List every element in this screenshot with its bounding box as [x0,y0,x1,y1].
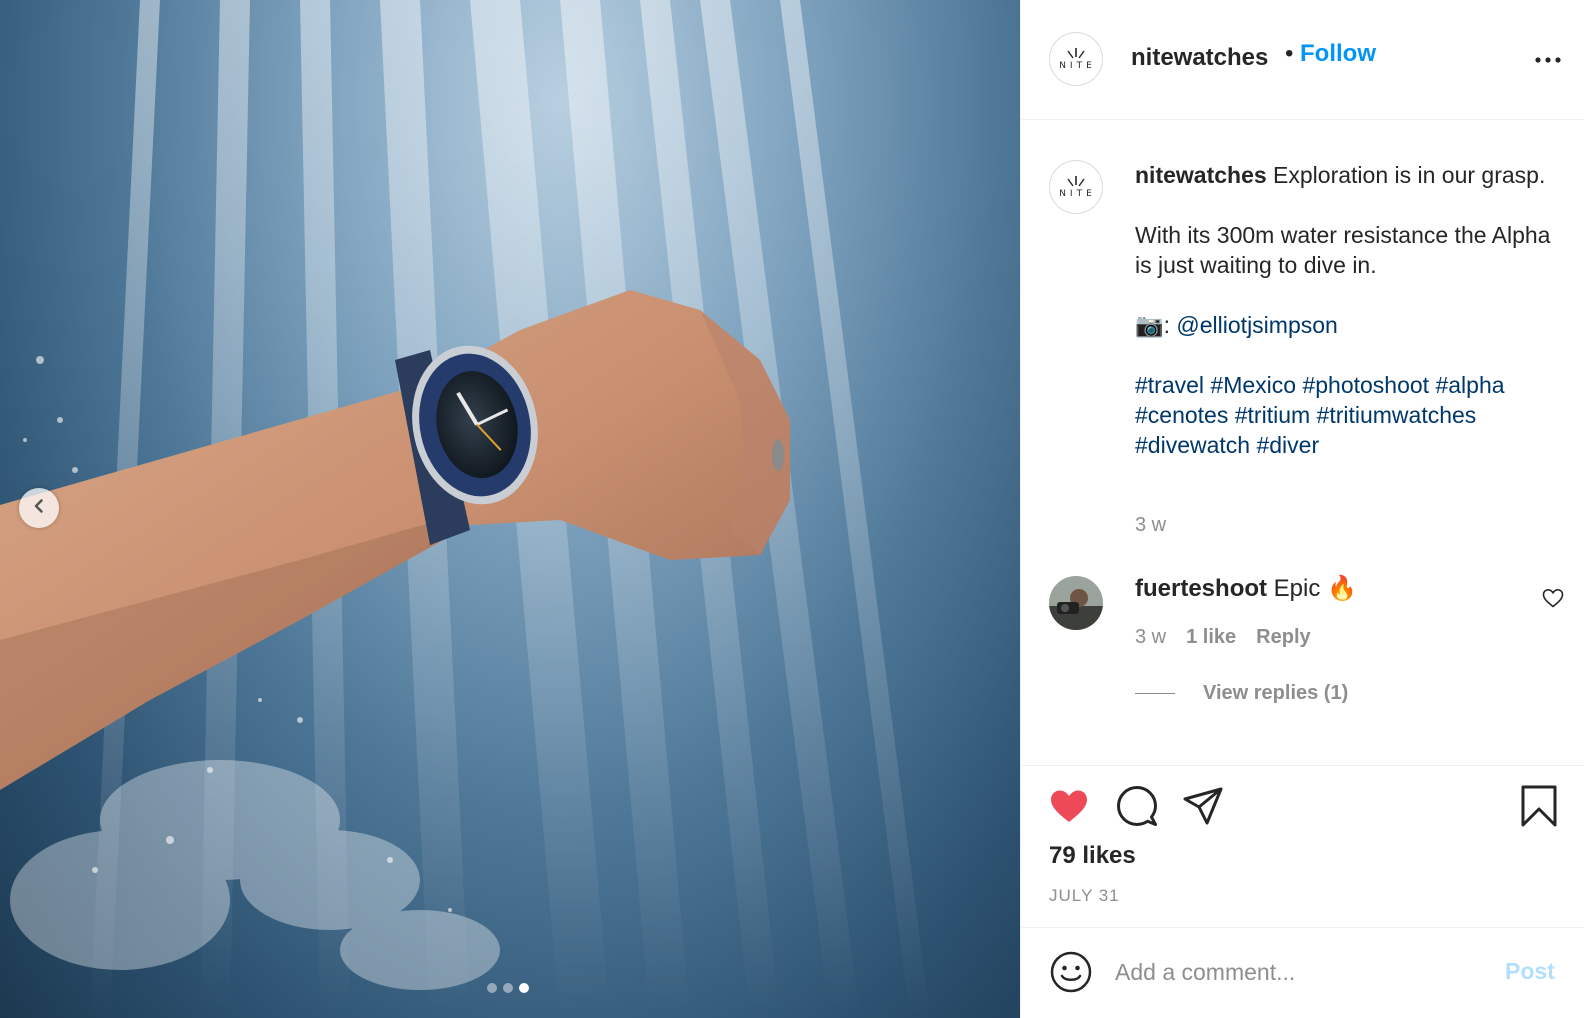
view-replies-label: View replies (1) [1203,682,1349,704]
comment-input[interactable] [1115,950,1485,994]
camera-credit-prefix: 📷: [1135,312,1177,338]
carousel-dot [487,983,497,993]
carousel-indicator [487,983,529,993]
chevron-left-icon [31,498,47,519]
heart-filled-icon [1047,790,1091,832]
author-username[interactable]: nitewatches [1131,44,1268,72]
post-side-panel: NITE nitewatches • Follow NITE nitewatch… [1020,0,1584,1018]
commenter-avatar[interactable] [1049,576,1103,630]
more-horizontal-icon [1535,50,1561,68]
comment-text: fuerteshoot Epic 🔥 [1135,574,1357,603]
author-avatar[interactable]: NITE [1049,32,1103,86]
post-header: NITE nitewatches • Follow [1021,0,1584,120]
carousel-dot [503,983,513,993]
comment-bubble-icon [1115,786,1159,832]
replies-divider-line [1135,693,1175,694]
post-date: JULY 31 [1049,886,1120,905]
comment-timestamp: 3 w [1135,626,1167,648]
comments-section[interactable]: NITE nitewatches Exploration is in our g… [1021,120,1584,766]
bookmark-icon [1517,785,1561,832]
reply-button[interactable]: Reply [1256,626,1310,649]
comment-meta: 3 w 1 like Reply [1135,626,1311,649]
post-actions: 79 likes JULY 31 [1021,768,1584,928]
view-replies-button[interactable]: View replies (1) [1135,682,1348,705]
carousel-previous-button[interactable] [19,488,59,528]
heart-outline-icon [1541,588,1565,614]
like-button[interactable] [1047,784,1091,828]
share-button[interactable] [1181,784,1225,828]
caption-timestamp: 3 w [1135,514,1167,536]
add-comment-bar: Post [1021,928,1584,1018]
commenter-username[interactable]: fuerteshoot [1135,575,1267,602]
carousel-dot-active [519,983,529,993]
post-media [0,0,1020,1018]
caption-username[interactable]: nitewatches [1135,162,1267,188]
caption-line-2: With its 300m water resistance the Alpha… [1135,222,1557,278]
nite-logo-rays [1067,47,1085,58]
comment-likes-count[interactable]: 1 like [1186,626,1236,649]
post-comment-button[interactable]: Post [1505,958,1555,985]
caption-text: nitewatches Exploration is in our grasp.… [1135,160,1565,460]
caption-line-1: Exploration is in our grasp. [1266,162,1546,188]
nite-logo-rays [1067,175,1085,186]
more-options-button[interactable] [1531,46,1565,72]
hashtags-links[interactable]: #travel #Mexico #photoshoot #alpha #ceno… [1135,372,1511,458]
smiley-icon [1049,951,1093,998]
caption-author-avatar[interactable]: NITE [1049,160,1103,214]
comment-button[interactable] [1115,784,1159,828]
likes-count[interactable]: 79 likes [1049,842,1136,870]
follow-button[interactable]: Follow [1300,40,1376,68]
save-button[interactable] [1517,784,1561,828]
comment-like-button[interactable] [1541,586,1565,610]
header-separator: • [1285,40,1294,67]
emoji-picker-button[interactable] [1049,950,1093,994]
nite-logo-text: NITE [1059,188,1096,199]
post-photo [0,0,930,1018]
photographer-mention-link[interactable]: @elliotjsimpson [1176,312,1337,338]
comment-body: Epic 🔥 [1267,575,1357,602]
nite-logo-text: NITE [1059,60,1096,71]
paper-plane-icon [1181,787,1225,832]
